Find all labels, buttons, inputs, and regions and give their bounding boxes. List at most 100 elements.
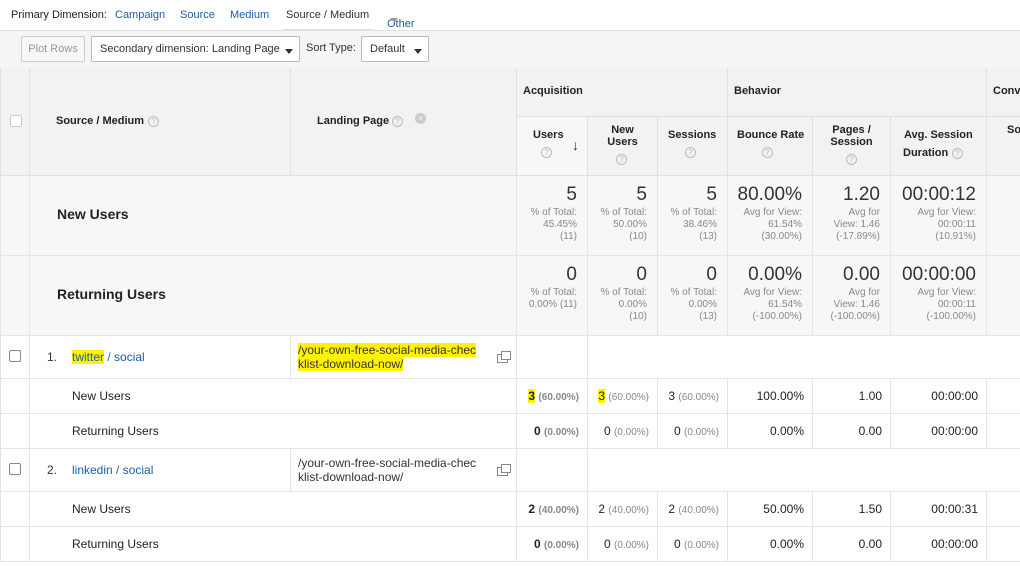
metric-number: 00:00:00 bbox=[931, 424, 978, 438]
metric-number: 0.00 bbox=[858, 537, 882, 551]
metric-number: 50.00% bbox=[763, 502, 804, 516]
metric-number: 00:00:00 bbox=[931, 389, 978, 403]
metric-value: 2 (40.00%) bbox=[668, 502, 719, 516]
source-medium-link[interactable]: linkedin / social bbox=[72, 463, 153, 477]
metric-value: 50.00% bbox=[763, 502, 804, 516]
source-link[interactable]: linkedin bbox=[72, 463, 113, 477]
metric-total-value: 0.00 bbox=[843, 264, 880, 285]
source-medium-link[interactable]: twitter / social bbox=[72, 350, 145, 364]
primary-dimension-label: Primary Dimension: bbox=[11, 9, 107, 21]
metric-value: 00:00:00 bbox=[931, 424, 978, 438]
landing-page-header-label: Landing Page bbox=[317, 115, 390, 127]
metric-percent: (40.00%) bbox=[538, 505, 579, 516]
metric-total-value: 0 bbox=[566, 264, 577, 285]
metric-percent: (0.00%) bbox=[543, 540, 579, 551]
remove-dimension-icon[interactable]: × bbox=[415, 113, 426, 124]
row-index: 1. bbox=[47, 350, 58, 364]
metric-comparison-line: Avg for View: bbox=[743, 207, 802, 218]
chevron-down-icon bbox=[414, 49, 422, 54]
conversions-label: Conve bbox=[993, 85, 1020, 97]
users-column-header[interactable]: Users ? ↓ bbox=[517, 117, 588, 176]
metric-comparison-line: % of Total: bbox=[600, 287, 647, 298]
users-cell: 3 (60.00%) bbox=[517, 379, 588, 414]
help-icon[interactable]: ? bbox=[685, 147, 696, 158]
metric-percent: (0.00%) bbox=[543, 427, 579, 438]
metric-comparison-line: (10.91%) bbox=[935, 231, 976, 242]
metric-value: 00:00:31 bbox=[931, 502, 978, 516]
help-icon[interactable]: ? bbox=[952, 148, 963, 159]
source-medium-header-label: Source / Medium bbox=[56, 115, 145, 127]
row-checkbox[interactable] bbox=[9, 463, 21, 475]
sort-type-select[interactable]: Default bbox=[361, 36, 429, 62]
segment-label: New Users bbox=[72, 502, 131, 516]
dimension-source-medium-active: Source / Medium bbox=[286, 9, 370, 21]
sub-row-gutter bbox=[0, 379, 30, 414]
metric-comparison: % of Total: 50.00% (10) bbox=[600, 207, 647, 243]
new-users-column-header[interactable]: New Users ? bbox=[588, 117, 658, 176]
avg-session-header-line2: Duration bbox=[903, 147, 949, 159]
dimension-campaign-link[interactable]: Campaign bbox=[115, 9, 165, 21]
help-icon[interactable]: ? bbox=[762, 147, 773, 158]
source-medium-header[interactable]: Source / Medium ? bbox=[30, 68, 291, 176]
conversions-column-header[interactable]: So bbox=[987, 117, 1020, 176]
help-icon[interactable]: ? bbox=[541, 147, 552, 158]
landing-page-header[interactable]: Landing Page ? × bbox=[291, 68, 517, 176]
metric-percent: (60.00%) bbox=[538, 392, 579, 403]
sort-descending-arrow-icon[interactable]: ↓ bbox=[572, 137, 579, 153]
medium-link[interactable]: social bbox=[123, 463, 154, 477]
open-in-new-window-icon[interactable] bbox=[497, 464, 511, 476]
analytics-report: Primary Dimension: Campaign Source Mediu… bbox=[0, 0, 1020, 566]
dimension-medium-link[interactable]: Medium bbox=[230, 9, 269, 21]
users-cell: 2 (40.00%) bbox=[517, 492, 588, 527]
metric-comparison: % of Total: 0.00% (13) bbox=[670, 287, 717, 323]
source-link[interactable]: twitter bbox=[72, 350, 105, 364]
sub-row-label-cell: New Users bbox=[30, 492, 517, 527]
metric-comparison-line: (13) bbox=[699, 231, 717, 242]
avg-session-duration-column-header[interactable]: Avg. Session Duration ? bbox=[891, 117, 987, 176]
metric-number: 00:00:31 bbox=[931, 502, 978, 516]
metric-value: 0 (0.00%) bbox=[604, 424, 649, 438]
help-icon[interactable]: ? bbox=[846, 154, 857, 165]
metric-percent: (0.00%) bbox=[683, 540, 719, 551]
dimension-source-link[interactable]: Source bbox=[180, 9, 215, 21]
duration-cell: 00:00:00 bbox=[891, 379, 987, 414]
new-users-summary-cell: 0% of Total: 0.00% (10) bbox=[588, 256, 658, 336]
landing-page-line2-highlight: klist-download-now/ bbox=[298, 357, 404, 371]
medium-link[interactable]: social bbox=[114, 350, 145, 364]
help-icon[interactable]: ? bbox=[148, 116, 159, 127]
pages-session-summary-cell: 1.20 Avg for View: 1.46 (-17.89%) bbox=[813, 176, 891, 256]
help-icon[interactable]: ? bbox=[392, 116, 403, 127]
conversions-group-header: Conve bbox=[987, 68, 1020, 117]
bounce-rate-column-header[interactable]: Bounce Rate ? bbox=[728, 117, 813, 176]
metric-value: 0.00 bbox=[859, 537, 882, 551]
metric-total-value: 5 bbox=[706, 184, 717, 205]
secondary-dimension-select[interactable]: Secondary dimension: Landing Page bbox=[91, 36, 300, 62]
metric-value: 00:00:00 bbox=[931, 537, 978, 551]
metric-comparison-line: % of Total: bbox=[670, 287, 717, 298]
pages-session-column-header[interactable]: Pages / Session ? bbox=[813, 117, 891, 176]
conversions-cell bbox=[987, 527, 1020, 562]
primary-dimension-bar: Primary Dimension: Campaign Source Mediu… bbox=[0, 0, 1020, 31]
metric-comparison-line: % of Total: bbox=[530, 287, 577, 298]
conversions-summary-cell bbox=[987, 176, 1020, 256]
help-icon[interactable]: ? bbox=[616, 154, 627, 165]
metric-comparison: Avg for View: 00:00:11 (10.91%) bbox=[917, 207, 976, 243]
open-in-new-window-icon[interactable] bbox=[497, 351, 511, 363]
pages-cell: 1.50 bbox=[813, 492, 891, 527]
pages-cell: 1.00 bbox=[813, 379, 891, 414]
sessions-column-header[interactable]: Sessions ? bbox=[658, 117, 728, 176]
metric-number: 0 bbox=[603, 537, 611, 551]
secondary-dimension-value: Secondary dimension: Landing Page bbox=[100, 43, 280, 55]
plot-rows-button[interactable]: Plot Rows bbox=[21, 36, 85, 62]
metric-total-value: 5 bbox=[566, 184, 577, 205]
segment-label: Returning Users bbox=[57, 286, 166, 302]
metric-number: 0.00% bbox=[769, 424, 804, 438]
landing-page-cell: /your-own-free-social-media-chec klist-do… bbox=[291, 336, 517, 379]
metric-number: 100.00% bbox=[756, 389, 804, 403]
row-checkbox[interactable] bbox=[9, 350, 21, 362]
metric-comparison-line: (-100.00%) bbox=[752, 311, 802, 322]
metric-value: 00:00:00 bbox=[931, 389, 978, 403]
sort-type-label: Sort Type: bbox=[306, 42, 356, 54]
select-all-checkbox[interactable] bbox=[10, 115, 22, 127]
metric-value: 0 (0.00%) bbox=[674, 424, 719, 438]
